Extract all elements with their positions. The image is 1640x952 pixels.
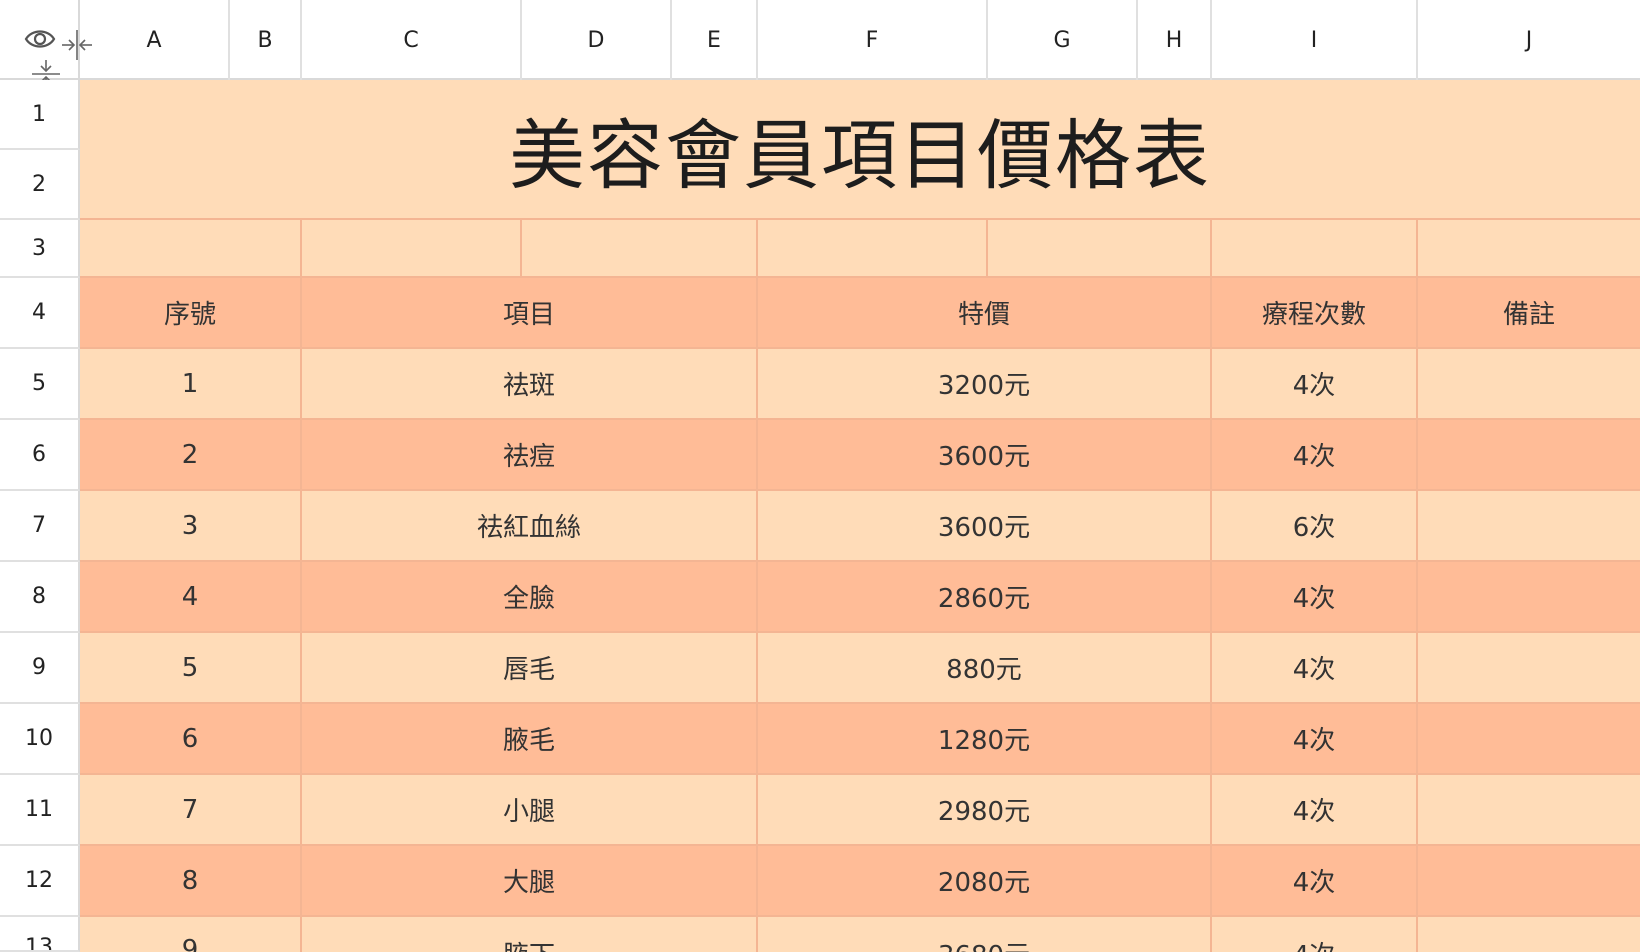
cell-seq[interactable]: 1 bbox=[80, 349, 302, 420]
cell-sessions[interactable]: 4次 bbox=[1212, 846, 1418, 917]
row-header-7[interactable]: 7 bbox=[0, 491, 80, 562]
cell-price[interactable]: 3600元 bbox=[758, 491, 1212, 562]
column-header-bar: A B C D E F G H I J bbox=[0, 0, 1640, 88]
cell-sessions[interactable]: 6次 bbox=[1212, 491, 1418, 562]
row-header-9[interactable]: 9 bbox=[0, 633, 80, 704]
row-header-5[interactable]: 5 bbox=[0, 349, 80, 420]
header-price[interactable]: 特價 bbox=[758, 278, 1212, 349]
column-header-i[interactable]: I bbox=[1212, 0, 1418, 80]
header-seq[interactable]: 序號 bbox=[80, 278, 302, 349]
cell-notes[interactable] bbox=[1418, 775, 1640, 846]
cell-seq[interactable]: 8 bbox=[80, 846, 302, 917]
cell-price[interactable]: 1280元 bbox=[758, 704, 1212, 775]
row-header-6[interactable]: 6 bbox=[0, 420, 80, 491]
cell-price[interactable]: 880元 bbox=[758, 633, 1212, 704]
header-notes[interactable]: 備註 bbox=[1418, 278, 1640, 349]
column-header-j[interactable]: J bbox=[1418, 0, 1640, 80]
column-header-d[interactable]: D bbox=[522, 0, 672, 80]
row-header-2[interactable]: 2 bbox=[0, 150, 80, 220]
cell-price[interactable]: 2860元 bbox=[758, 562, 1212, 633]
cell-sessions[interactable]: 4次 bbox=[1212, 420, 1418, 491]
spreadsheet: A B C D E F G H I J 1 2 3 4 5 6 7 8 9 10… bbox=[0, 0, 1640, 952]
cell-i3[interactable] bbox=[1212, 220, 1418, 278]
cell-sessions[interactable]: 4次 bbox=[1212, 349, 1418, 420]
cell-c3[interactable] bbox=[302, 220, 522, 278]
column-header-g[interactable]: G bbox=[988, 0, 1138, 80]
cell-g3[interactable] bbox=[988, 220, 1212, 278]
header-sessions[interactable]: 療程次數 bbox=[1212, 278, 1418, 349]
cell-notes[interactable] bbox=[1418, 846, 1640, 917]
cell-price[interactable]: 3600元 bbox=[758, 420, 1212, 491]
row-header-3[interactable]: 3 bbox=[0, 220, 80, 278]
cell-item[interactable]: 大腿 bbox=[302, 846, 758, 917]
cell-seq[interactable]: 7 bbox=[80, 775, 302, 846]
cell-price[interactable]: 3680元 bbox=[758, 917, 1212, 952]
cell-d3[interactable] bbox=[522, 220, 758, 278]
cell-sessions[interactable]: 4次 bbox=[1212, 917, 1418, 952]
cell-notes[interactable] bbox=[1418, 420, 1640, 491]
column-header-a[interactable]: A bbox=[80, 0, 230, 80]
cell-notes[interactable] bbox=[1418, 704, 1640, 775]
cell-item[interactable]: 全臉 bbox=[302, 562, 758, 633]
cell-sessions[interactable]: 4次 bbox=[1212, 704, 1418, 775]
cell-item[interactable]: 唇毛 bbox=[302, 633, 758, 704]
header-item[interactable]: 項目 bbox=[302, 278, 758, 349]
cell-sessions[interactable]: 4次 bbox=[1212, 775, 1418, 846]
column-header-e[interactable]: E bbox=[672, 0, 758, 80]
cell-seq[interactable]: 2 bbox=[80, 420, 302, 491]
cell-item[interactable]: 祛斑 bbox=[302, 349, 758, 420]
cell-sessions[interactable]: 4次 bbox=[1212, 633, 1418, 704]
cell-sessions[interactable]: 4次 bbox=[1212, 562, 1418, 633]
cell-item[interactable]: 小腿 bbox=[302, 775, 758, 846]
cell-price[interactable]: 2080元 bbox=[758, 846, 1212, 917]
cell-price[interactable]: 3200元 bbox=[758, 349, 1212, 420]
column-header-c[interactable]: C bbox=[302, 0, 522, 80]
cell-notes[interactable] bbox=[1418, 633, 1640, 704]
select-all-corner[interactable] bbox=[0, 0, 92, 88]
sheet-title[interactable]: 美容會員項目價格表 bbox=[80, 80, 1640, 220]
cell-notes[interactable] bbox=[1418, 917, 1640, 952]
row-header-12[interactable]: 12 bbox=[0, 846, 80, 917]
cell-seq[interactable]: 9 bbox=[80, 917, 302, 952]
column-header-b[interactable]: B bbox=[230, 0, 302, 80]
row-header-4[interactable]: 4 bbox=[0, 278, 80, 349]
cell-item[interactable]: 祛痘 bbox=[302, 420, 758, 491]
cell-seq[interactable]: 3 bbox=[80, 491, 302, 562]
cell-item[interactable]: 腋毛 bbox=[302, 704, 758, 775]
cell-f3[interactable] bbox=[758, 220, 988, 278]
cell-seq[interactable]: 4 bbox=[80, 562, 302, 633]
row-header-1[interactable]: 1 bbox=[0, 80, 80, 150]
cell-item[interactable]: 祛紅血絲 bbox=[302, 491, 758, 562]
cell-item[interactable]: 腋下 bbox=[302, 917, 758, 952]
cell-j3[interactable] bbox=[1418, 220, 1640, 278]
column-header-h[interactable]: H bbox=[1138, 0, 1212, 80]
cell-notes[interactable] bbox=[1418, 349, 1640, 420]
row-header-13[interactable]: 13 bbox=[0, 917, 80, 952]
row-header-11[interactable]: 11 bbox=[0, 775, 80, 846]
cell-notes[interactable] bbox=[1418, 562, 1640, 633]
cell-a3[interactable] bbox=[80, 220, 302, 278]
cell-notes[interactable] bbox=[1418, 491, 1640, 562]
row-header-10[interactable]: 10 bbox=[0, 704, 80, 775]
row-header-8[interactable]: 8 bbox=[0, 562, 80, 633]
cell-seq[interactable]: 6 bbox=[80, 704, 302, 775]
column-header-f[interactable]: F bbox=[758, 0, 988, 80]
cell-seq[interactable]: 5 bbox=[80, 633, 302, 704]
eye-icon[interactable] bbox=[24, 26, 56, 56]
cell-price[interactable]: 2980元 bbox=[758, 775, 1212, 846]
